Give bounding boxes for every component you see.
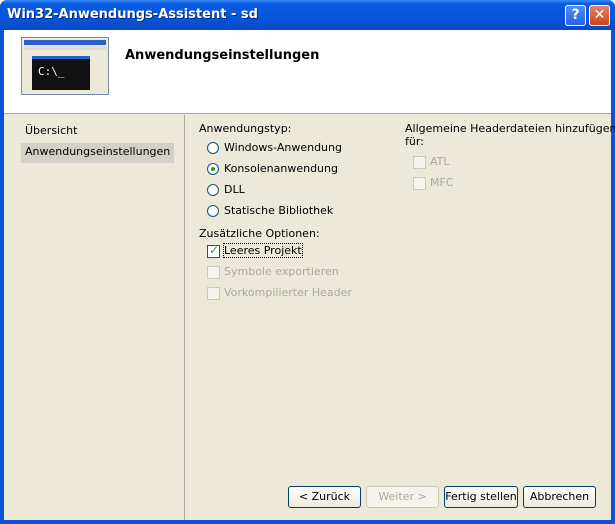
radio-static-lib[interactable] [207, 205, 219, 217]
wizard-window: Win32-Anwendungs-Assistent - sd ? ✕ C:\_… [0, 0, 615, 524]
radio-windows-app[interactable] [207, 142, 219, 154]
console-window-icon: C:\_ [32, 56, 90, 90]
title-bar[interactable]: Win32-Anwendungs-Assistent - sd ? ✕ [0, 0, 615, 30]
next-button: Weiter > [366, 486, 439, 508]
checkbox-empty-project-label[interactable]: Leeres Projekt [223, 243, 303, 258]
checkbox-atl-label: ATL [430, 155, 450, 168]
app-type-label: Anwendungstyp: [199, 122, 292, 135]
dialog-client: C:\_ Anwendungseinstellungen Übersicht A… [4, 30, 615, 520]
settings-panel: Anwendungstyp: Windows-Anwendung Konsole… [186, 115, 615, 520]
back-button[interactable]: < Zurück [288, 486, 361, 508]
checkbox-atl [413, 156, 426, 169]
checkmark-icon: ✓ [209, 243, 220, 257]
wizard-sidebar: Übersicht Anwendungseinstellungen [4, 115, 185, 520]
radio-static-lib-label[interactable]: Statische Bibliothek [224, 204, 333, 217]
radio-windows-app-label[interactable]: Windows-Anwendung [224, 141, 342, 154]
wizard-header: C:\_ Anwendungseinstellungen [4, 30, 611, 114]
cancel-button[interactable]: Abbrechen [523, 486, 596, 508]
finish-button[interactable]: Fertig stellen [444, 486, 518, 508]
checkbox-empty-project[interactable]: ✓ [207, 243, 220, 258]
page-title: Anwendungseinstellungen [125, 48, 320, 63]
checkbox-export-symbols-label: Symbole exportieren [224, 265, 339, 278]
extra-options-label: Zusätzliche Optionen: [199, 227, 320, 240]
radio-console-app-label[interactable]: Konsolenanwendung [224, 162, 338, 175]
close-button[interactable]: ✕ [589, 5, 610, 26]
radio-dll[interactable] [207, 184, 219, 196]
window-title: Win32-Anwendungs-Assistent - sd [7, 7, 258, 22]
sidebar-item-overview[interactable]: Übersicht [21, 122, 81, 142]
checkbox-mfc-label: MFC [430, 176, 454, 189]
headers-label-for: für: [405, 135, 424, 148]
sidebar-item-app-settings[interactable]: Anwendungseinstellungen [21, 143, 175, 163]
radio-dll-label[interactable]: DLL [224, 183, 245, 196]
radio-console-app[interactable] [207, 163, 219, 175]
checkbox-precompiled-header [207, 287, 220, 300]
console-app-thumbnail-icon: C:\_ [21, 37, 109, 95]
checkbox-mfc [413, 177, 426, 190]
headers-label: Allgemeine Headerdateien hinzufügen [405, 122, 615, 135]
checkbox-precompiled-header-label: Vorkompilierter Header [224, 286, 352, 299]
checkbox-export-symbols [207, 266, 220, 279]
help-button[interactable]: ? [565, 5, 586, 26]
